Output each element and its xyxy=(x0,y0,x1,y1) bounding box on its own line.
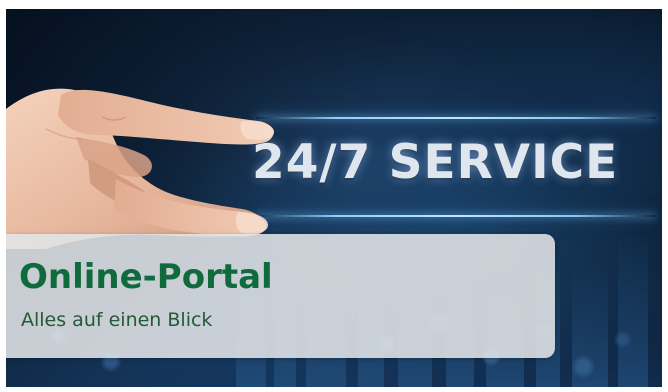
online-portal-panel[interactable]: Online-Portal Alles auf einen Blick xyxy=(6,234,555,358)
panel-subtitle: Alles auf einen Blick xyxy=(21,309,213,331)
service-banner[interactable]: 24/7 SERVICE Online-Portal Alles auf ein… xyxy=(6,9,662,387)
top-glow-line xyxy=(256,117,656,119)
hand-pinching-icon xyxy=(6,88,275,249)
service-headline: 24/7 SERVICE xyxy=(252,135,619,190)
page-frame: 24/7 SERVICE Online-Portal Alles auf ein… xyxy=(0,0,668,392)
panel-title: Online-Portal xyxy=(19,257,273,297)
bottom-glow-line xyxy=(256,215,656,217)
